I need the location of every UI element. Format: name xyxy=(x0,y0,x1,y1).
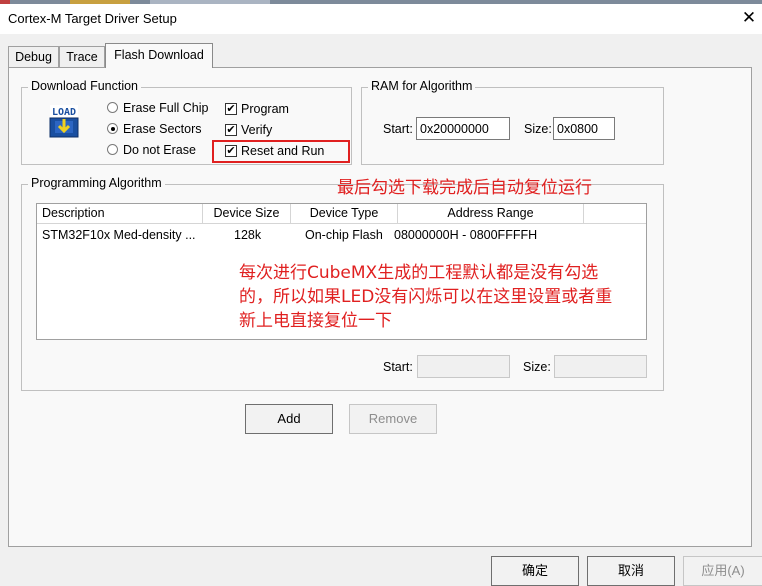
tab-debug[interactable]: Debug xyxy=(8,46,59,67)
load-icon: LOAD xyxy=(46,105,82,139)
cubemx-annotation-line-3: 新上电直接复位一下 xyxy=(239,311,392,331)
column-address-range[interactable]: Address Range xyxy=(398,204,584,223)
ram-size-input[interactable] xyxy=(553,117,615,140)
column-device-size[interactable]: Device Size xyxy=(203,204,291,223)
algo-size-input[interactable] xyxy=(554,355,647,378)
verify-label: Verify xyxy=(241,123,273,137)
row-device-type: On-chip Flash xyxy=(305,228,383,242)
erase-full-chip-label: Erase Full Chip xyxy=(123,101,209,115)
ram-start-input[interactable] xyxy=(416,117,510,140)
tab-trace[interactable]: Trace xyxy=(59,46,105,67)
programming-algorithm-title: Programming Algorithm xyxy=(28,176,165,190)
ram-for-algorithm-title: RAM for Algorithm xyxy=(368,79,476,93)
algo-start-input[interactable] xyxy=(417,355,510,378)
download-function-title: Download Function xyxy=(28,79,142,93)
do-not-erase-radio[interactable] xyxy=(107,144,118,155)
remove-button[interactable]: Remove xyxy=(349,404,437,434)
verify-checkbox[interactable]: ✔ xyxy=(225,124,237,136)
algo-start-label: Start: xyxy=(383,360,413,374)
column-device-type[interactable]: Device Type xyxy=(291,204,398,223)
remove-button-label: Remove xyxy=(368,411,418,426)
ok-button-label: 确定 xyxy=(521,563,548,578)
load-icon-text: LOAD xyxy=(52,107,76,118)
program-label: Program xyxy=(241,102,289,116)
do-not-erase-label: Do not Erase xyxy=(123,143,196,157)
reset-annotation: 最后勾选下载完成后自动复位运行 xyxy=(337,178,592,198)
erase-sectors-radio[interactable] xyxy=(107,123,118,134)
cubemx-annotation-line-1: 每次进行CubeMX生成的工程默认都是没有勾选 xyxy=(239,263,599,283)
program-checkbox[interactable]: ✔ xyxy=(225,103,237,115)
apply-button-label: 应用(A) xyxy=(701,563,745,578)
title-bar: Cortex-M Target Driver Setup ✕ xyxy=(0,4,762,34)
add-button-label: Add xyxy=(277,411,301,426)
row-address-range: 08000000H - 0800FFFFH xyxy=(394,228,538,242)
cubemx-annotation-line-2: 的，所以如果LED没有闪烁可以在这里设置或者重 xyxy=(239,287,613,307)
erase-full-chip-radio[interactable] xyxy=(107,102,118,113)
ram-start-label: Start: xyxy=(383,122,413,136)
cancel-button-label: 取消 xyxy=(617,563,644,578)
tab-flash-download[interactable]: Flash Download xyxy=(105,43,213,68)
cubemx-annotation: 每次进行CubeMX生成的工程默认都是没有勾选 的，所以如果LED没有闪烁可以在… xyxy=(239,261,612,333)
algorithm-list-header: Description Device Size Device Type Addr… xyxy=(37,204,646,224)
row-description: STM32F10x Med-density ... xyxy=(42,228,196,242)
algo-size-label: Size: xyxy=(523,360,551,374)
window-title: Cortex-M Target Driver Setup xyxy=(8,11,177,26)
erase-sectors-label: Erase Sectors xyxy=(123,122,202,136)
ram-size-label: Size: xyxy=(524,122,552,136)
reset-and-run-highlight xyxy=(212,140,350,163)
column-description[interactable]: Description xyxy=(37,204,203,223)
row-device-size: 128k xyxy=(234,228,262,242)
close-icon[interactable]: ✕ xyxy=(738,7,760,29)
add-button[interactable]: Add xyxy=(245,404,333,434)
